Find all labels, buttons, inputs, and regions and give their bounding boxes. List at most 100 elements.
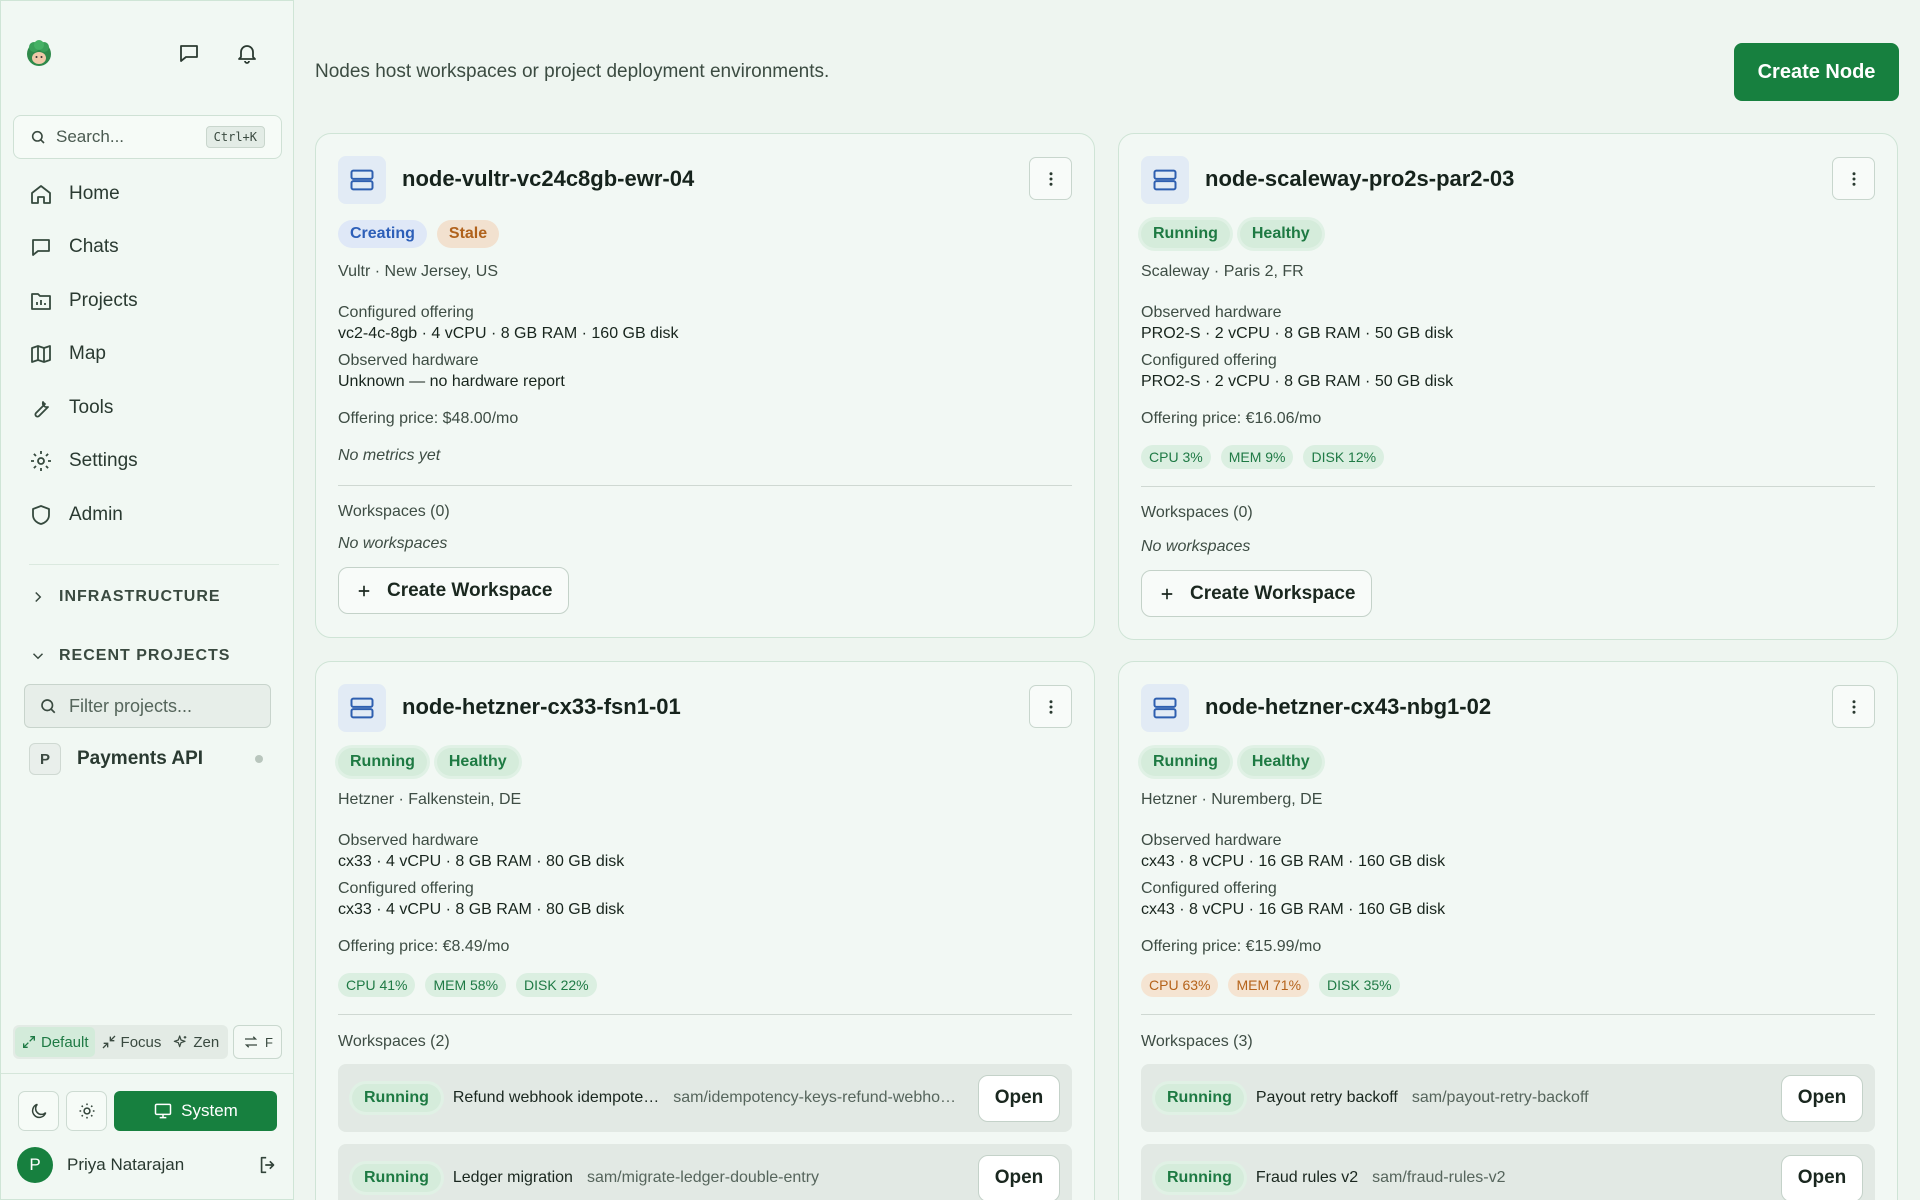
offering-price: Offering price: €15.99/mo [1141,938,1322,955]
node-location: Hetzner · Nuremberg, DE [1141,791,1323,808]
create-workspace-button[interactable]: Create Workspace [338,567,570,614]
recent-project-item[interactable]: P Payments API [29,743,269,775]
create-workspace-label: Create Workspace [1190,582,1356,604]
health-badge: Healthy [1239,748,1322,776]
open-workspace-button[interactable]: Open [978,1074,1060,1122]
app-logo-icon[interactable] [23,37,55,69]
open-workspace-button[interactable]: Open [1781,1074,1863,1122]
open-workspace-button[interactable]: Open [978,1154,1060,1200]
cpu-metric: CPU 63% [1141,973,1219,997]
system-label: System [181,1101,238,1120]
avatar: P [17,1147,53,1183]
info-label: Observed hardware [1141,832,1282,849]
card-divider [338,1014,1072,1015]
layout-mode-switcher: Default Focus Zen [13,1025,228,1059]
mode-default[interactable]: Default [15,1027,95,1057]
status-badges: Creating Stale [338,220,500,248]
offering-price: Offering price: €8.49/mo [338,938,510,955]
nav-item-map[interactable]: Map [13,328,282,382]
search-input[interactable]: Search... Ctrl+K [13,115,282,159]
disk-metric: DISK 12% [1303,445,1385,469]
mode-label: Focus [120,1033,162,1051]
chat-bubble-icon[interactable] [175,39,203,67]
status-badge: Running [338,748,427,776]
workspace-row[interactable]: Running Ledger migration sam/migrate-led… [338,1144,1072,1200]
cpu-metric: CPU 41% [338,973,416,997]
node-card: node-vultr-vc24c8gb-ewr-04 Creating Stal… [315,133,1095,638]
offering-price: Offering price: €16.06/mo [1141,410,1322,427]
create-node-button[interactable]: Create Node [1734,43,1899,101]
info-value: vc2-4c-8gb · 4 vCPU · 8 GB RAM · 160 GB … [338,325,679,342]
nav-item-tools[interactable]: Tools [13,381,282,435]
workspaces-header: Workspaces (0) [338,503,450,520]
info-value: cx33 · 4 vCPU · 8 GB RAM · 80 GB disk [338,901,625,918]
recent-projects-section-toggle[interactable]: RECENT PROJECTS [29,647,230,665]
card-divider [1141,486,1875,487]
plus-icon [358,585,370,596]
node-menu-button[interactable] [1832,685,1875,728]
info-value: Unknown — no hardware report [338,373,565,390]
workspace-row[interactable]: Running Refund webhook idempote… sam/ide… [338,1064,1072,1132]
info-value: PRO2-S · 2 vCPU · 8 GB RAM · 50 GB disk [1141,325,1454,342]
info-label: Configured offering [338,880,474,897]
nav-item-chats[interactable]: Chats [13,221,282,275]
system-theme-button[interactable]: System [114,1091,277,1131]
project-name: Payments API [77,748,204,769]
workspace-branch: sam/migrate-ledger-double-entry [586,1169,820,1186]
node-name[interactable]: node-hetzner-cx43-nbg1-02 [1205,694,1491,720]
node-menu-button[interactable] [1029,157,1072,200]
light-theme-button[interactable] [66,1091,107,1131]
logout-icon[interactable] [257,1154,279,1176]
nav-label: Home [69,182,120,204]
info-value: PRO2-S · 2 vCPU · 8 GB RAM · 50 GB disk [1141,373,1454,390]
moon-icon [31,1103,46,1119]
mode-zen[interactable]: Zen [167,1027,225,1057]
node-card: node-hetzner-cx33-fsn1-01 Running Health… [315,661,1095,1200]
node-name[interactable]: node-vultr-vc24c8gb-ewr-04 [402,166,694,192]
workspace-status-badge: Running [352,1084,441,1112]
swap-label: F [265,1034,273,1050]
more-vertical-icon [1852,699,1855,714]
more-vertical-icon [1049,699,1052,714]
nav-label: Settings [69,450,138,472]
user-menu[interactable]: P Priya Natarajan [17,1147,279,1183]
nav-item-admin[interactable]: Admin [13,488,282,542]
workspace-row[interactable]: Running Fraud rules v2 sam/fraud-rules-v… [1141,1144,1875,1200]
status-badge: Running [1141,220,1230,248]
folder-icon [31,292,51,310]
mode-focus[interactable]: Focus [95,1027,168,1057]
workspace-row[interactable]: Running Payout retry backoff sam/payout-… [1141,1064,1875,1132]
node-menu-button[interactable] [1029,685,1072,728]
filter-projects-input[interactable]: Filter projects... [24,684,271,728]
node-location: Vultr · New Jersey, US [338,263,499,280]
infrastructure-label: INFRASTRUCTURE [59,588,221,605]
open-workspace-button[interactable]: Open [1781,1154,1863,1200]
status-badges: Running Healthy [1141,220,1322,248]
collapse-icon [102,1035,116,1049]
metrics-row: CPU 63% MEM 71% DISK 35% [1141,973,1400,997]
swap-layout-button[interactable]: F [233,1025,282,1059]
info-label: Observed hardware [1141,304,1282,321]
main-nav: Home Chats Projects Map Tools Settings A… [13,167,282,542]
node-name[interactable]: node-hetzner-cx33-fsn1-01 [402,694,681,720]
nav-label: Map [69,343,106,365]
infrastructure-section-toggle[interactable]: INFRASTRUCTURE [29,588,221,606]
workspaces-header: Workspaces (3) [1141,1033,1253,1050]
nav-label: Admin [69,503,123,525]
dark-theme-button[interactable] [18,1091,59,1131]
nav-label: Projects [69,289,138,311]
bell-icon[interactable] [233,39,261,67]
mode-label: Default [41,1033,89,1051]
info-label: Configured offering [1141,352,1277,369]
nav-item-home[interactable]: Home [13,167,282,221]
nav-item-settings[interactable]: Settings [13,435,282,489]
node-location: Hetzner · Falkenstein, DE [338,791,522,808]
node-name[interactable]: node-scaleway-pro2s-par2-03 [1205,166,1514,192]
workspace-status-badge: Running [1155,1084,1244,1112]
sun-icon [79,1103,94,1119]
node-menu-button[interactable] [1832,157,1875,200]
mem-metric: MEM 9% [1220,445,1294,469]
create-workspace-button[interactable]: Create Workspace [1141,570,1373,617]
wrench-icon [34,400,49,418]
nav-item-projects[interactable]: Projects [13,274,282,328]
